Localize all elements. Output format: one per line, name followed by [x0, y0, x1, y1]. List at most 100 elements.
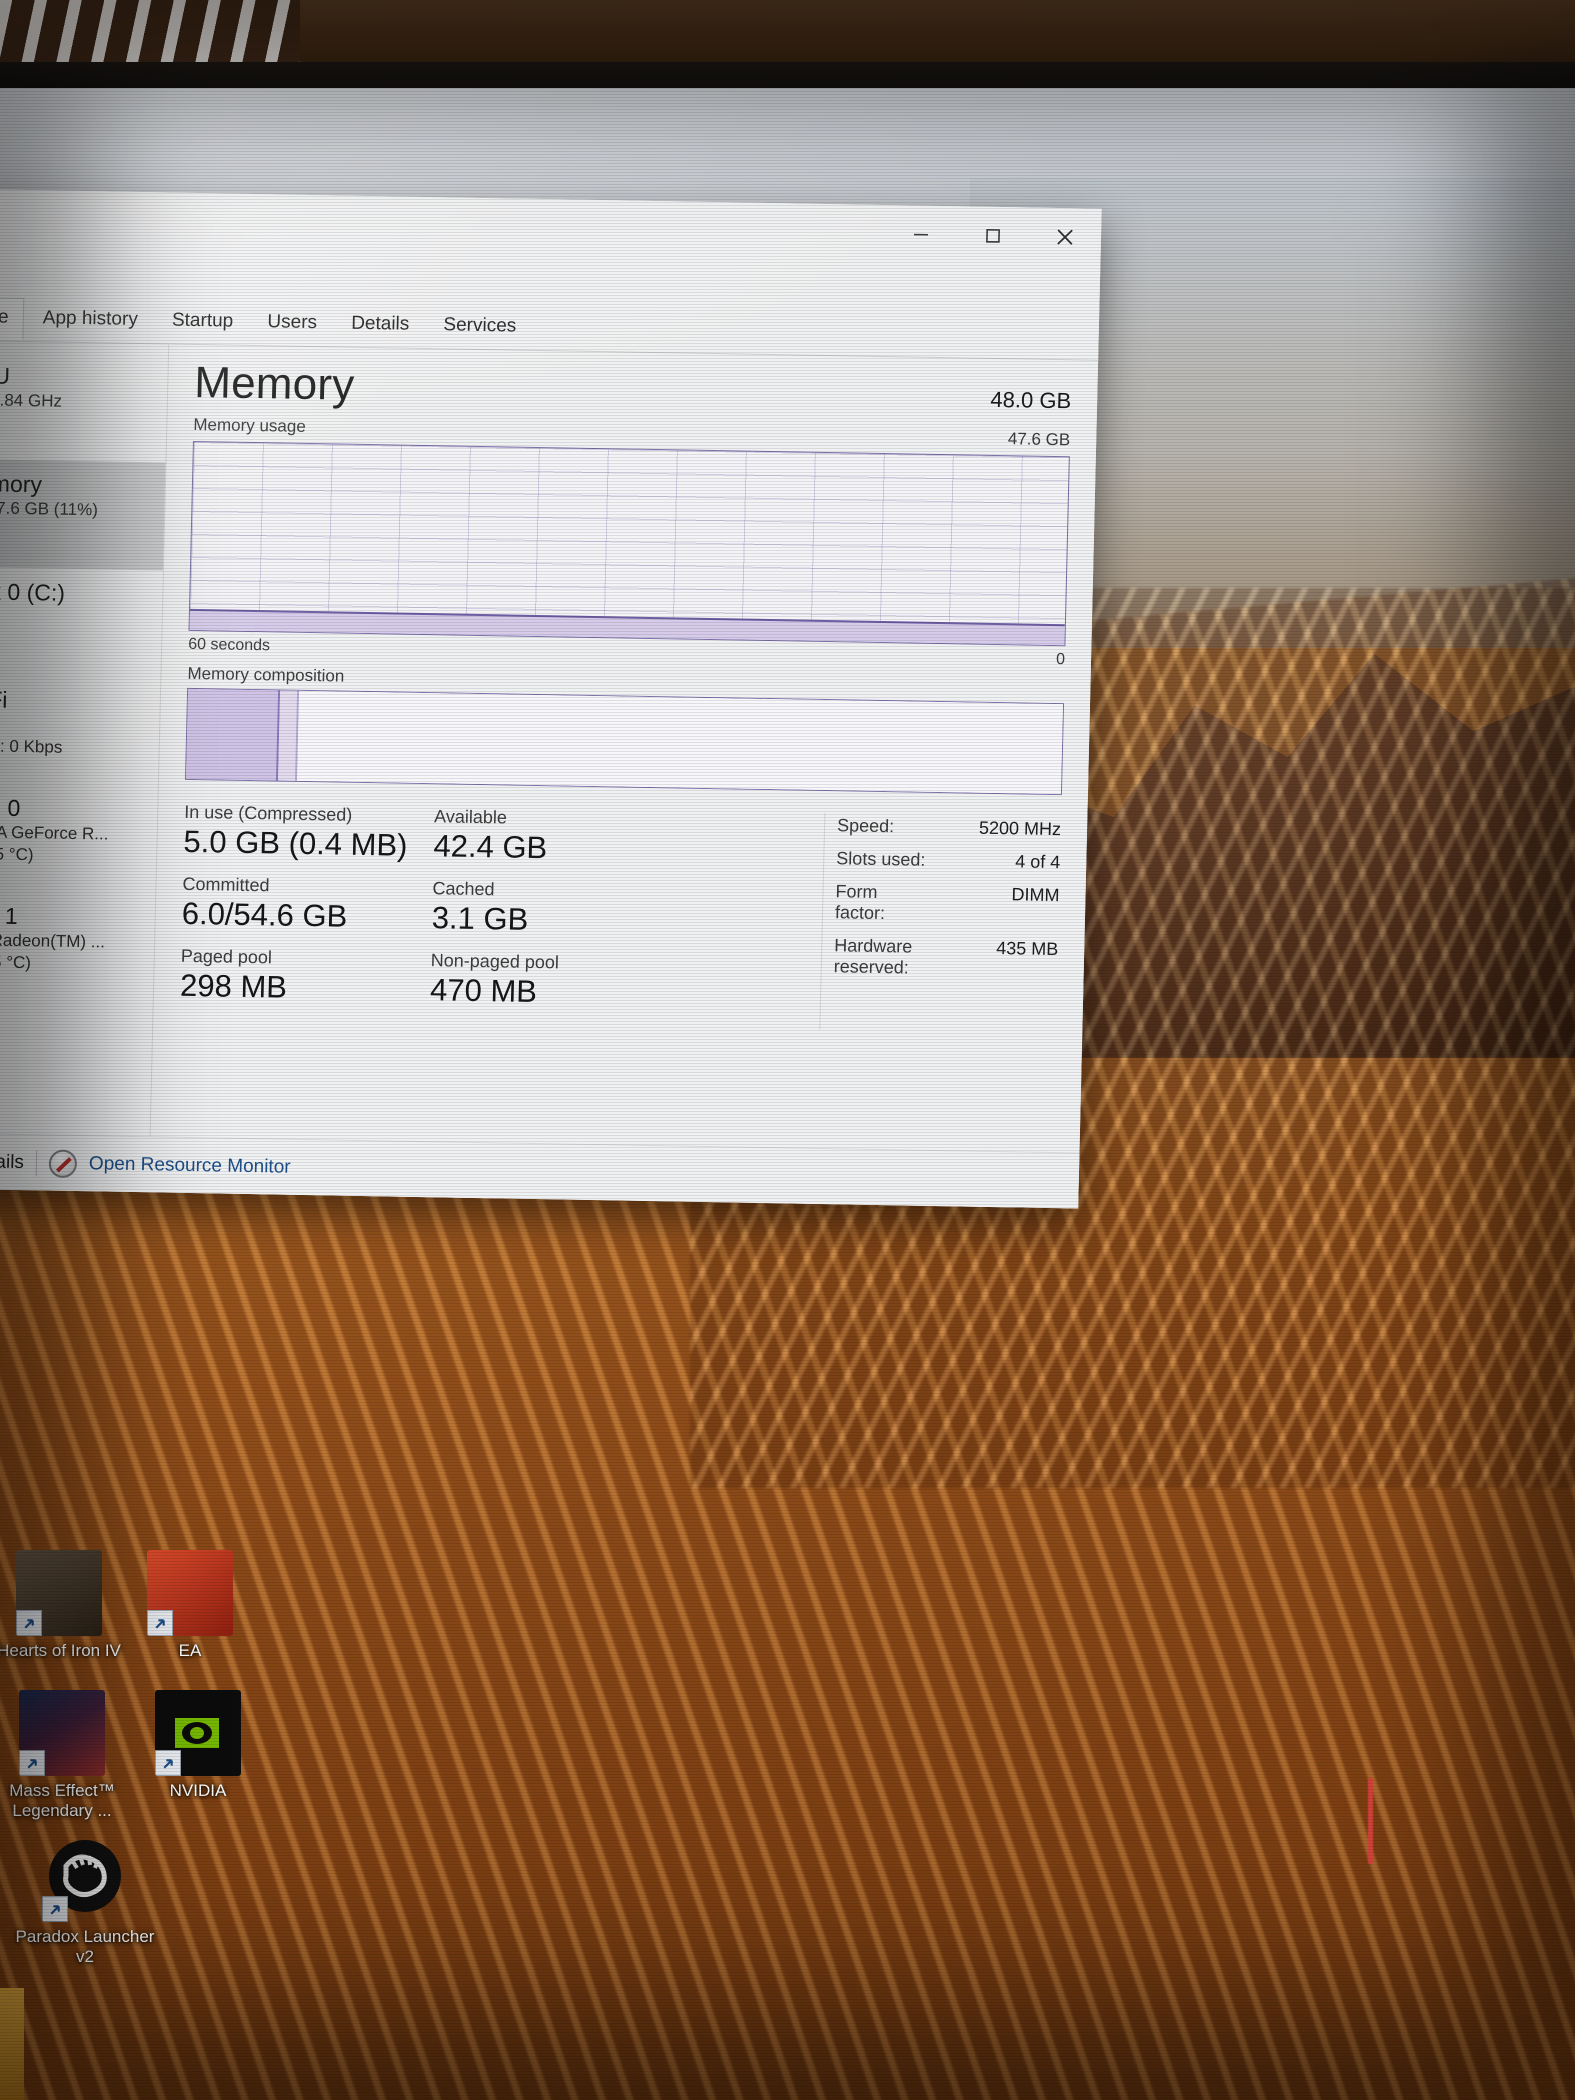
desktop-icon-label: Paradox Launcher v2 [15, 1927, 155, 1967]
stat-committed: Committed 6.0/54.6 GB [181, 874, 432, 937]
stat-in-use: In use (Compressed) 5.0 GB (0.4 MB) [183, 802, 434, 865]
spec-row-speed: Speed: 5200 MHz [837, 815, 1061, 840]
memory-composition-bar[interactable] [184, 687, 1065, 796]
shortcut-arrow-icon [42, 1896, 68, 1922]
footer-divider [35, 1149, 38, 1176]
shortcut-arrow-icon [155, 1750, 181, 1776]
sidebar-item-gpu1-stat: 0% (35 °C) [0, 952, 32, 973]
resource-sidebar[interactable]: CPU 2% 3.84 GHz Memory 5.2/47.6 GB (11%) [0, 339, 168, 1192]
memory-stats: In use (Compressed) 5.0 GB (0.4 MB) Avai… [179, 802, 1062, 1034]
memory-detail-pane: Memory 48.0 GB Memory usage 47.6 GB 60 s… [148, 344, 1099, 1209]
desktop-icon-mass-effect[interactable]: Mass Effect™ Legendary ... [0, 1690, 137, 1821]
sidebar-item-gpu0-label: GPU 0 [0, 794, 21, 821]
composition-free [297, 690, 1064, 795]
tab-app-history[interactable]: App history [27, 298, 153, 342]
sidebar-item-cpu[interactable]: CPU 2% 3.84 GHz [0, 349, 168, 462]
memory-hardware-specs: Speed: 5200 MHz Slots used: 4 of 4 Form … [819, 813, 1062, 1034]
spec-row-form-factor: Form factor: DIMM [835, 881, 1060, 927]
desktop-icon-label: Mass Effect™ Legendary ... [9, 1781, 115, 1821]
window-controls[interactable] [884, 205, 1101, 267]
sidebar-item-memory-label: Memory [0, 469, 43, 498]
sidebar-item-cpu-label: CPU [0, 361, 11, 389]
spec-row-slots: Slots used: 4 of 4 [836, 848, 1060, 873]
spec-form-factor-value: DIMM [1011, 884, 1060, 906]
stat-cached: Cached 3.1 GB [431, 878, 642, 940]
hearts-of-iron-icon [16, 1550, 102, 1636]
stat-available-value: 42.4 GB [433, 827, 548, 865]
wallpaper-red-marker [1368, 1778, 1373, 1864]
spec-form-factor-key: Form factor: [834, 881, 886, 924]
graph-axis-left: 60 seconds [187, 635, 271, 655]
sidebar-item-wifi[interactable]: Wi-Fi Wi-Fi S: 0 R: 0 Kbps [0, 673, 160, 786]
stat-cached-value: 3.1 GB [431, 899, 529, 937]
desktop-icon-label: Hearts of Iron IV [0, 1641, 121, 1660]
sidebar-item-disk-label: Disk 0 (C:) [0, 578, 66, 606]
memory-usage-max: 47.6 GB [1007, 429, 1071, 450]
maximize-button[interactable] [956, 206, 1029, 265]
shortcut-arrow-icon [19, 1750, 45, 1776]
composition-modified [277, 690, 300, 781]
sidebar-item-wifi-label: Wi-Fi [0, 685, 8, 713]
task-manager-window[interactable]: nager ns View [0, 187, 1102, 1209]
desktop-icon-paradox-launcher[interactable]: Paradox Launcher v2 [10, 1836, 160, 1967]
memory-usage-label: Memory usage [193, 414, 307, 436]
mass-effect-icon [19, 1690, 105, 1776]
laptop-screen: nager ns View [0, 88, 1575, 2100]
shortcut-arrow-icon [147, 1610, 173, 1636]
sidebar-item-disk-stat: 0% [0, 627, 64, 651]
spec-speed-value: 5200 MHz [978, 817, 1062, 840]
sidebar-item-gpu1-model: AMD Radeon(TM) ... [0, 930, 106, 952]
stat-non-paged-pool-value: 470 MB [429, 972, 538, 1009]
spec-slots-value: 4 of 4 [1015, 851, 1061, 873]
sidebar-item-gpu1[interactable]: GPU 1 AMD Radeon(TM) ... 0% (35 °C) [0, 889, 155, 1002]
desktop-icon-label: EA [178, 1641, 202, 1660]
open-resource-monitor-link[interactable]: Open Resource Monitor [89, 1153, 291, 1179]
tab-users[interactable]: Users [252, 302, 333, 345]
sidebar-item-wifi-stat: S: 0 R: 0 Kbps [0, 736, 63, 757]
sidebar-item-memory[interactable]: Memory 5.2/47.6 GB (11%) [0, 457, 166, 571]
desktop-icon-label: NVIDIA [169, 1781, 227, 1800]
page-title: Memory [193, 357, 356, 410]
graph-axis-right: 0 [1055, 651, 1066, 669]
stat-available: Available 42.4 GB [433, 806, 644, 868]
stat-in-use-value: 5.0 GB (0.4 MB) [183, 823, 408, 863]
close-button[interactable] [1028, 208, 1101, 267]
composition-in-use [186, 688, 280, 781]
sidebar-item-disk[interactable]: Disk 0 (C:) SSD 0% [0, 565, 163, 678]
spec-row-hardware-reserved: Hardware reserved: 435 MB [834, 935, 1059, 981]
shortcut-arrow-icon [16, 1610, 42, 1636]
tab-details[interactable]: Details [336, 303, 425, 347]
ea-icon [147, 1550, 233, 1636]
stat-non-paged-pool: Non-paged pool 470 MB [430, 951, 641, 1013]
minimize-button[interactable] [884, 205, 957, 264]
spec-hardware-reserved-value: 435 MB [995, 938, 1059, 960]
desktop-icon-ea[interactable]: EA [115, 1550, 265, 1661]
paradox-launcher-icon [42, 1836, 128, 1922]
sidebar-item-gpu1-label: GPU 1 [0, 902, 19, 929]
sidebar-item-gpu0-stat: 0% (25 °C) [0, 844, 34, 865]
nvidia-icon [155, 1690, 241, 1776]
desktop-icon-nvidia[interactable]: NVIDIA [123, 1690, 273, 1801]
sidebar-item-gpu0[interactable]: GPU 0 NVIDIA GeForce R... 0% (25 °C) [0, 781, 158, 894]
sidebar-item-gpu0-model: NVIDIA GeForce R... [0, 821, 109, 844]
tab-services[interactable]: Services [428, 305, 532, 349]
desktop-icon-g[interactable]: G [0, 1908, 30, 1933]
taskbar-edge-icon [0, 1988, 24, 2100]
total-memory-value: 48.0 GB [990, 386, 1072, 414]
fewer-details-button[interactable]: Fewer details [0, 1150, 24, 1174]
sidebar-item-memory-stat: 5.2/47.6 GB (11%) [0, 497, 99, 520]
memory-usage-graph [188, 440, 1070, 647]
spec-slots-key: Slots used: [836, 848, 926, 870]
stat-paged-pool: Paged pool 298 MB [180, 946, 431, 1009]
stat-paged-pool-value: 298 MB [179, 967, 288, 1005]
tab-startup[interactable]: Startup [156, 300, 248, 344]
tab-performance[interactable]: Performance [0, 295, 25, 340]
sidebar-item-cpu-stat: 2% 3.84 GHz [0, 390, 63, 411]
desktop-icon-hearts-of-iron[interactable]: Hearts of Iron IV [0, 1550, 134, 1661]
stat-committed-value: 6.0/54.6 GB [181, 895, 348, 934]
spec-hardware-reserved-key: Hardware reserved: [833, 935, 913, 978]
resource-monitor-icon [48, 1149, 78, 1178]
desktop-icon-label: G [0, 1913, 30, 1933]
spec-speed-key: Speed: [836, 815, 895, 837]
sidebar-item-wifi-adapter: Wi-Fi [0, 713, 63, 737]
